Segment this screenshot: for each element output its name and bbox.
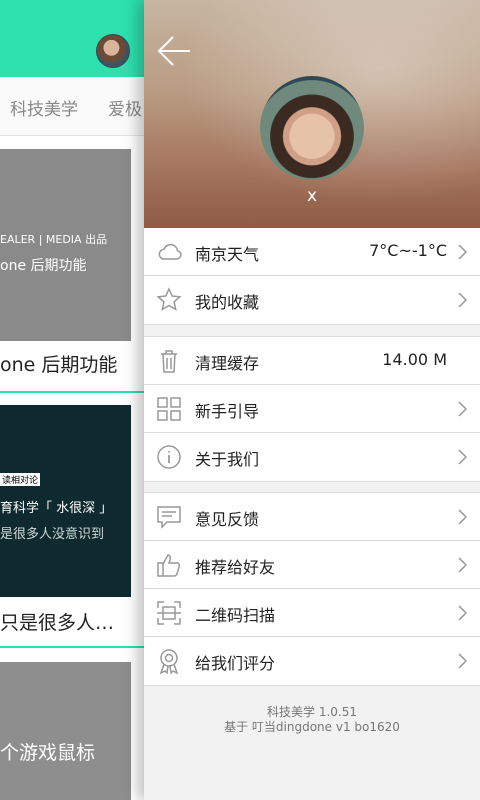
- chevron-right-icon: [458, 509, 468, 525]
- feedback-icon: [157, 506, 181, 529]
- menu-item[interactable]: 南京天气 7°C~-1°C: [144, 228, 480, 276]
- article-card[interactable]: 读相对论 育科学「 水很深 」 是很多人没意识到 只是很多人…: [0, 394, 144, 648]
- divider: [0, 391, 144, 393]
- thumbnail-text: EALER | MEDIA 出品: [0, 233, 108, 246]
- menu-group-2: 清理缓存 14.00 M 新手引导关于我们: [144, 336, 480, 482]
- trash-icon: [161, 350, 177, 373]
- profile-avatar[interactable]: [260, 76, 364, 180]
- menu-group-3: 意见反馈推荐给好友二维码扫描给我们评分: [144, 492, 480, 686]
- menu-item-label: 二维码扫描: [195, 606, 276, 625]
- cloud-icon: [158, 243, 182, 260]
- avatar[interactable]: [96, 34, 130, 68]
- tab-tech-aesthetics[interactable]: 科技美学: [10, 95, 78, 120]
- category-tabs: 科技美学 爱极: [0, 77, 144, 136]
- side-drawer: x 南京天气 7°C~-1°C 我的收藏 清理缓存 14.00 M 新手引导关于我们 意…: [144, 0, 480, 800]
- article-card[interactable]: EALER | MEDIA 出品 one 后期功能 one 后期功能: [0, 136, 144, 394]
- menu-item-label: 新手引导: [195, 402, 260, 421]
- menu-item[interactable]: 清理缓存 14.00 M: [144, 337, 480, 385]
- chevron-right-icon: [458, 449, 468, 465]
- profile-header: x: [144, 0, 480, 228]
- menu-item[interactable]: 我的收藏: [144, 276, 480, 324]
- grid-icon: [157, 397, 181, 421]
- thumbnail-text: 个游戏鼠标: [0, 742, 96, 764]
- menu-item[interactable]: 推荐给好友: [144, 541, 480, 589]
- back-arrow-icon[interactable]: [156, 34, 192, 68]
- star-icon: [156, 287, 182, 311]
- chevron-right-icon: [458, 401, 468, 417]
- menu-item[interactable]: 给我们评分: [144, 637, 480, 685]
- article-title: 只是很多人…: [0, 612, 115, 634]
- chevron-right-icon: [458, 557, 468, 573]
- powered-by: 基于 叮当dingdone v1 bo1620: [224, 720, 400, 734]
- qr-scan-icon: [157, 601, 181, 625]
- menu-item[interactable]: 意见反馈: [144, 493, 480, 541]
- menu-item-label: 关于我们: [195, 450, 260, 469]
- tab-aiji[interactable]: 爱极: [108, 95, 142, 120]
- menu-item-label: 给我们评分: [195, 654, 276, 673]
- app-footer: 科技美学 1.0.51 基于 叮当dingdone v1 bo1620: [144, 705, 480, 735]
- article-thumbnail: 个游戏鼠标: [0, 662, 131, 800]
- username: x: [306, 186, 318, 206]
- menu-item[interactable]: 二维码扫描: [144, 589, 480, 637]
- article-title: one 后期功能: [0, 354, 118, 376]
- thumbnail-text: one 后期功能: [0, 258, 87, 274]
- article-thumbnail: EALER | MEDIA 出品 one 后期功能: [0, 149, 131, 341]
- menu-item[interactable]: 新手引导: [144, 385, 480, 433]
- menu-item-value: 14.00 M: [382, 350, 447, 369]
- thumbnail-text: 是很多人没意识到: [0, 527, 105, 542]
- thumbnail-text: 读相对论: [0, 473, 41, 486]
- chevron-right-icon: [458, 653, 468, 669]
- menu-item-label: 南京天气: [195, 245, 260, 264]
- menu-item-label: 清理缓存: [195, 354, 260, 373]
- menu-group-1: 南京天气 7°C~-1°C 我的收藏: [144, 228, 480, 325]
- menu-item-label: 推荐给好友: [195, 558, 276, 577]
- info-icon: [157, 445, 181, 469]
- chevron-right-icon: [458, 605, 468, 621]
- article-card[interactable]: 个游戏鼠标: [0, 648, 144, 800]
- chevron-right-icon: [458, 244, 468, 260]
- thumbs-up-icon: [157, 554, 181, 577]
- menu-item-value: 7°C~-1°C: [369, 241, 447, 260]
- app-version: 科技美学 1.0.51: [267, 705, 357, 719]
- award-icon: [159, 649, 179, 674]
- main-top-bar: [0, 0, 144, 77]
- menu-item[interactable]: 关于我们: [144, 433, 480, 481]
- menu-item-label: 意见反馈: [195, 510, 260, 529]
- article-thumbnail: 读相对论 育科学「 水很深 」 是很多人没意识到: [0, 405, 131, 597]
- chevron-right-icon: [458, 292, 468, 308]
- thumbnail-text: 育科学「 水很深 」: [0, 501, 113, 516]
- menu-item-label: 我的收藏: [195, 293, 260, 312]
- main-page: 科技美学 爱极 EALER | MEDIA 出品 one 后期功能 one 后期…: [0, 0, 144, 800]
